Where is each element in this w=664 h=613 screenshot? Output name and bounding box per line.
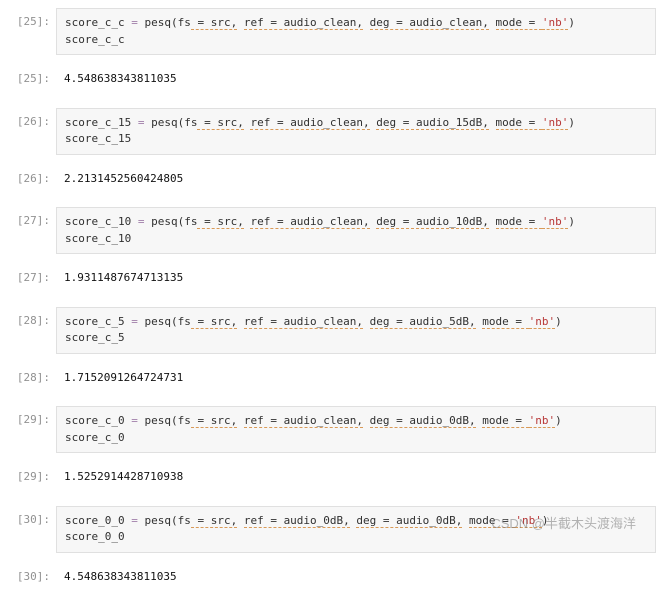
code-input[interactable]: score_c_15 = pesq(fs = src, ref = audio_…: [56, 108, 656, 155]
output-value: 1.9311487674713135: [56, 264, 656, 293]
input-prompt: [28]:: [8, 307, 56, 354]
input-cell: [25]:score_c_c = pesq(fs = src, ref = au…: [8, 8, 656, 55]
output-cell: [26]:2.2131452560424805: [8, 165, 656, 194]
output-value: 4.548638343811035: [56, 563, 656, 592]
code-input[interactable]: score_0_0 = pesq(fs = src, ref = audio_0…: [56, 506, 656, 553]
output-cell: [25]:4.548638343811035: [8, 65, 656, 94]
output-cell: [27]:1.9311487674713135: [8, 264, 656, 293]
notebook-container: [25]:score_c_c = pesq(fs = src, ref = au…: [8, 8, 656, 605]
input-cell: [30]:score_0_0 = pesq(fs = src, ref = au…: [8, 506, 656, 553]
input-prompt: [26]:: [8, 108, 56, 155]
code-input[interactable]: score_c_10 = pesq(fs = src, ref = audio_…: [56, 207, 656, 254]
input-prompt: [30]:: [8, 506, 56, 553]
output-prompt: [28]:: [8, 364, 56, 393]
output-cell: [30]:4.548638343811035: [8, 563, 656, 592]
output-prompt: [26]:: [8, 165, 56, 194]
output-cell: [28]:1.7152091264724731: [8, 364, 656, 393]
output-cell: [29]:1.5252914428710938: [8, 463, 656, 492]
input-prompt: [25]:: [8, 8, 56, 55]
output-prompt: [25]:: [8, 65, 56, 94]
input-prompt: [29]:: [8, 406, 56, 453]
input-cell: [28]:score_c_5 = pesq(fs = src, ref = au…: [8, 307, 656, 354]
output-value: 2.2131452560424805: [56, 165, 656, 194]
code-input[interactable]: score_c_c = pesq(fs = src, ref = audio_c…: [56, 8, 656, 55]
output-value: 1.7152091264724731: [56, 364, 656, 393]
output-prompt: [30]:: [8, 563, 56, 592]
input-prompt: [27]:: [8, 207, 56, 254]
input-cell: [26]:score_c_15 = pesq(fs = src, ref = a…: [8, 108, 656, 155]
code-input[interactable]: score_c_0 = pesq(fs = src, ref = audio_c…: [56, 406, 656, 453]
output-prompt: [27]:: [8, 264, 56, 293]
output-value: 1.5252914428710938: [56, 463, 656, 492]
input-cell: [29]:score_c_0 = pesq(fs = src, ref = au…: [8, 406, 656, 453]
output-prompt: [29]:: [8, 463, 56, 492]
input-cell: [27]:score_c_10 = pesq(fs = src, ref = a…: [8, 207, 656, 254]
output-value: 4.548638343811035: [56, 65, 656, 94]
code-input[interactable]: score_c_5 = pesq(fs = src, ref = audio_c…: [56, 307, 656, 354]
